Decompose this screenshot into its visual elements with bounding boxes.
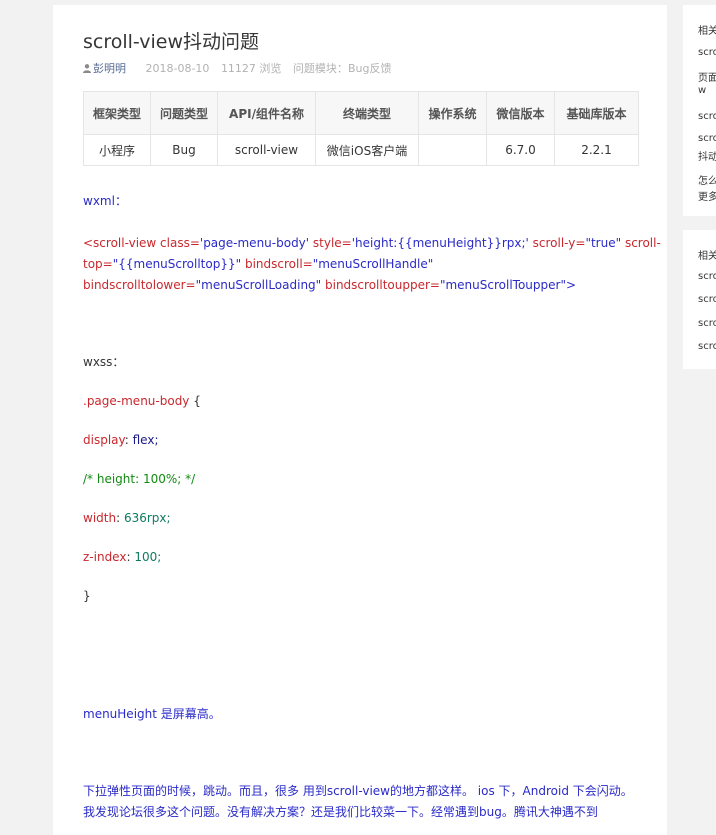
sidebar-heading: 相关	[698, 251, 716, 262]
sidebar-link-cont[interactable]: 更多	[698, 188, 716, 203]
article-title: scroll-view抖动问题	[83, 31, 260, 53]
table-header-row: 框架类型 问题类型 API/组件名称 终端类型 操作系统 微信版本 基础库版本	[83, 91, 639, 135]
author[interactable]: 彭明明	[83, 62, 138, 75]
sidebar-link[interactable]: scro	[698, 341, 716, 352]
sidebar-heading: 相关	[698, 26, 716, 37]
code-line: top="{{menuScrolltop}}" bindscroll="menu…	[83, 257, 434, 271]
issue-info-table: 框架类型 问题类型 API/组件名称 终端类型 操作系统 微信版本 基础库版本 …	[83, 91, 639, 166]
sidebar-link[interactable]: scro	[698, 294, 716, 305]
css-comment: /* height: 100%; */	[83, 472, 196, 486]
table-header: 终端类型	[315, 91, 419, 135]
article-meta: 彭明明 2018-08-10 11127 浏览 问题模块：Bug反馈	[83, 60, 399, 76]
module-value[interactable]: Bug反馈	[348, 62, 392, 75]
table-cell: 2.2.1	[554, 134, 639, 166]
table-row: 小程序 Bug scroll-view 微信iOS客户端 6.7.0 2.2.1	[83, 134, 639, 166]
sidebar-link-cont[interactable]: w	[698, 85, 706, 96]
menu-height-note: menuHeight 是屏幕高。	[83, 707, 221, 721]
table-cell: scroll-view	[217, 134, 316, 166]
related-sidebar-box: 相关 scro 页面 w scro scro 抖动 怎么 更多	[683, 5, 716, 216]
sidebar-link[interactable]: scro	[698, 111, 716, 122]
view-count: 11127 浏览	[220, 62, 282, 75]
post-date: 2018-08-10	[145, 62, 210, 75]
user-icon	[83, 64, 91, 73]
table-header: API/组件名称	[217, 91, 316, 135]
paragraph: 下拉弹性页面的时候，跳动。而且，很多 用到scroll-view的地方都这样。 …	[83, 784, 633, 798]
table-cell	[418, 134, 487, 166]
sidebar-link[interactable]: scro	[698, 47, 716, 58]
css-rule-width: width: 636rpx;	[83, 511, 171, 525]
code-line: <scroll-view class='page-menu-body' styl…	[83, 236, 661, 250]
table-header: 微信版本	[486, 91, 555, 135]
css-selector-line: .page-menu-body {	[83, 394, 201, 408]
sidebar-link[interactable]: scro	[698, 271, 716, 282]
sidebar-link[interactable]: scro	[698, 133, 716, 144]
author-name[interactable]: 彭明明	[93, 62, 126, 75]
article-card: scroll-view抖动问题 彭明明 2018-08-10 11127 浏览 …	[53, 5, 667, 835]
css-rule-zindex: z-index: 100;	[83, 550, 162, 564]
table-cell: 6.7.0	[486, 134, 555, 166]
sidebar-link[interactable]: 页面	[698, 69, 716, 84]
table-cell: 小程序	[83, 134, 151, 166]
sidebar-link[interactable]: scro	[698, 318, 716, 329]
table-header: 操作系统	[418, 91, 487, 135]
paragraph: 我发现论坛很多这个问题。没有解决方案？还是我们比较菜一下。经常遇到bug。腾讯大…	[83, 805, 598, 819]
table-cell: Bug	[150, 134, 218, 166]
table-header: 框架类型	[83, 91, 151, 135]
related-sidebar-box: 相关 scro scro scro scro	[683, 230, 716, 369]
table-header: 基础库版本	[554, 91, 639, 135]
wxss-label: wxss：	[83, 355, 125, 369]
css-brace-close: }	[83, 589, 91, 603]
table-header: 问题类型	[150, 91, 218, 135]
code-line: bindscrolltolower="menuScrollLoading" bi…	[83, 278, 577, 292]
table-cell: 微信iOS客户端	[315, 134, 419, 166]
sidebar-link[interactable]: 怎么	[698, 172, 716, 187]
wxml-label: wxml：	[83, 194, 127, 208]
css-rule-display: display: flex;	[83, 433, 159, 447]
sidebar-link-cont[interactable]: 抖动	[698, 148, 716, 163]
module-label: 问题模块：	[292, 62, 348, 75]
